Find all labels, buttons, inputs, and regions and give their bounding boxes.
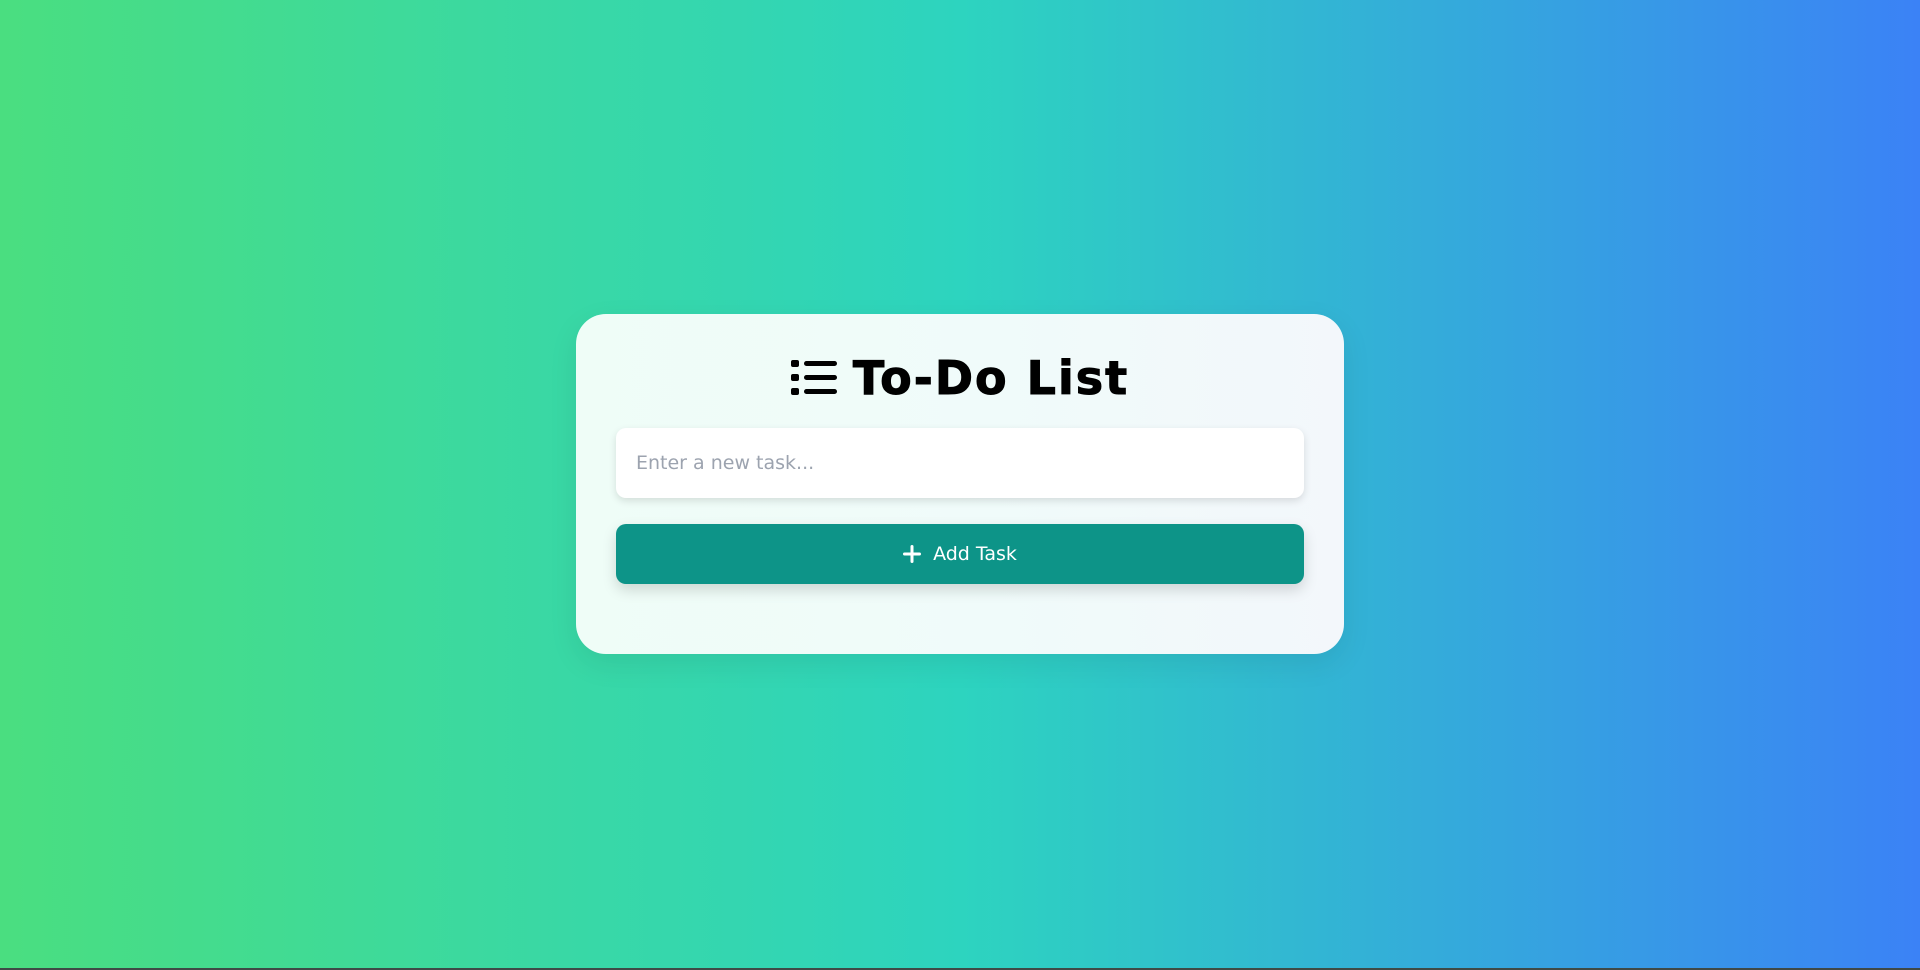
plus-icon — [903, 545, 922, 563]
list-icon — [790, 359, 837, 397]
todo-card: To-Do List Add Task — [576, 314, 1344, 654]
page-title: To-Do List — [852, 351, 1130, 406]
add-task-button[interactable]: Add Task — [616, 524, 1304, 584]
app-header: To-Do List — [616, 351, 1304, 406]
add-task-label: Add Task — [933, 543, 1017, 565]
task-input[interactable] — [616, 428, 1304, 498]
